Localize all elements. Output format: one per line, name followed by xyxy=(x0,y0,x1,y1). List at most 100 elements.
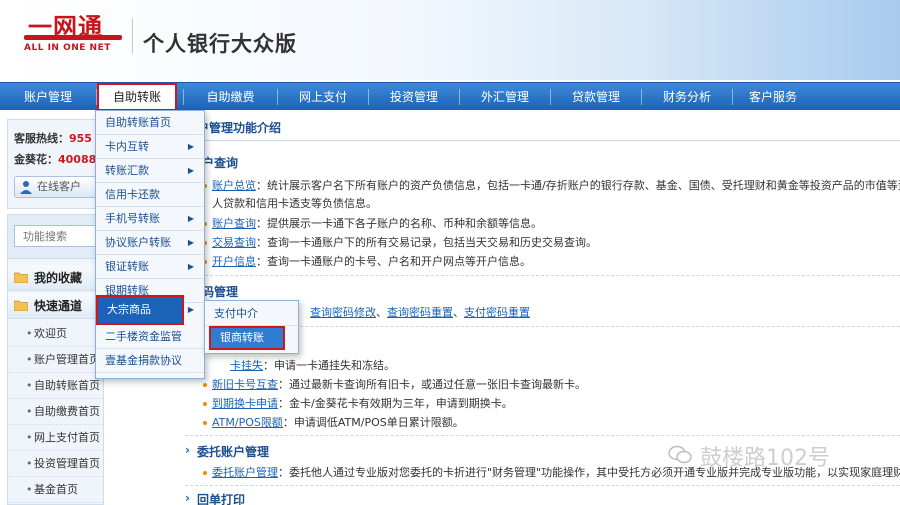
hotline-row: 客服热线：955 xyxy=(14,130,92,146)
chevron-right-icon: ▶ xyxy=(187,262,194,271)
favorites-section[interactable]: 我的收藏 xyxy=(8,265,103,291)
menu-item-in-card[interactable]: 卡内互转 ▶ xyxy=(96,135,204,159)
row-transaction-query: 交易查询：查询一卡通账户下的所有交易记录，包括当天交易和历史交易查询。 xyxy=(212,234,597,250)
section-account-query: 户查询 xyxy=(190,154,238,171)
quick-item-welcome[interactable]: 欢迎页 xyxy=(8,321,103,347)
link-entrust[interactable]: 委托账户管理 xyxy=(212,466,278,479)
row-account-overview-cont: 人贷款和信用卡透支等负债信息。 xyxy=(212,195,377,211)
menu-item-remittance[interactable]: 转账汇款 ▶ xyxy=(96,159,204,183)
section-entrust: 委托账户管理 xyxy=(185,443,269,460)
quick-item-invest-home[interactable]: 投资管理首页 xyxy=(8,451,103,477)
menu-item-label: 自助转账首页 xyxy=(105,116,171,129)
header: 一网通 ALL IN ONE NET 个人银行大众版 xyxy=(0,0,900,80)
menu-item-label: 卡内互转 xyxy=(105,140,149,153)
menu-item-label: 银证转账 xyxy=(105,260,149,273)
nav-item-online-pay[interactable]: 网上支付 xyxy=(278,83,368,111)
jinkui-row: 金葵花：40088 xyxy=(14,151,96,167)
menu-item-agreement-transfer[interactable]: 协议账户转账 ▶ xyxy=(96,231,204,255)
folder-icon xyxy=(14,272,28,283)
row-text: ：统计展示客户名下所有账户的资产负债信息，包括一卡通/存折账户的银行存款、基金、… xyxy=(256,179,900,192)
site-title: 个人银行大众版 xyxy=(143,32,297,56)
bullet xyxy=(203,471,207,475)
link-card-renewal[interactable]: 到期换卡申请 xyxy=(212,397,278,410)
folder-open-icon xyxy=(14,300,28,311)
link-card-lookup[interactable]: 新旧卡号互查 xyxy=(212,378,278,391)
section-divider xyxy=(185,275,900,276)
nav-item-payment[interactable]: 自助缴费 xyxy=(184,83,277,111)
quick-channel-section[interactable]: 快速通道 xyxy=(8,293,103,319)
commodities-submenu: 支付中介 银商转账 xyxy=(204,300,299,354)
quick-item-payment-home[interactable]: 自助缴费首页 xyxy=(8,399,103,425)
left-nav: 我的收藏 快速通道 欢迎页 账户管理首页 自助转账首页 自助缴费首页 网上支付首… xyxy=(7,214,104,505)
section-password: 码管理 xyxy=(190,283,238,300)
link-transaction-query[interactable]: 交易查询 xyxy=(212,236,256,249)
menu-item-bank-securities[interactable]: 银证转账 ▶ xyxy=(96,255,204,279)
section-divider xyxy=(185,435,900,436)
watermark-text: 鼓楼路102号 xyxy=(700,446,830,471)
link-pay-password-reset[interactable]: 支付密码重置 xyxy=(464,306,530,319)
quick-item-online-pay-home[interactable]: 网上支付首页 xyxy=(8,425,103,451)
row-text: 人贷款和信用卡透支等负债信息。 xyxy=(212,197,377,210)
quick-item-transfer-home[interactable]: 自助转账首页 xyxy=(8,373,103,399)
chevron-right-icon: ▶ xyxy=(187,305,194,314)
chevron-right-icon: ▶ xyxy=(187,238,194,247)
link-query-password-change[interactable]: 查询密码修改 xyxy=(310,306,376,319)
row-account-overview: 账户总览：统计展示客户名下所有账户的资产负债信息，包括一卡通/存折账户的银行存款… xyxy=(212,177,900,193)
row-card-renewal: 到期换卡申请：金卡/金葵花卡有效期为三年，申请到期换卡。 xyxy=(212,395,513,411)
online-service-label: 在线客户 xyxy=(37,180,81,193)
nav-item-loan[interactable]: 贷款管理 xyxy=(551,83,641,111)
menu-item-commodities[interactable]: 大宗商品 ▶ xyxy=(96,295,194,325)
menu-item-credit-repay[interactable]: 信用卡还款 xyxy=(96,183,204,207)
row-text: ：申请一卡通挂失和冻结。 xyxy=(263,359,395,372)
online-service-button[interactable]: 在线客户 xyxy=(14,176,100,198)
row-text: ：通过最新卡查询所有旧卡，或通过任意一张旧卡查询最新卡。 xyxy=(278,378,586,391)
contact-box: 客服热线：955 金葵花：40088 在线客户 xyxy=(7,119,104,209)
menu-item-label: 协议账户转账 xyxy=(105,236,171,249)
nav-item-transfer[interactable]: 自助转账 xyxy=(97,83,177,111)
row-atm-limit: ATM/POS限额：申请调低ATM/POS单日累计限额。 xyxy=(212,414,464,430)
nav-item-service[interactable]: 客户服务 xyxy=(733,83,813,111)
quick-channel-label: 快速通道 xyxy=(34,299,83,313)
row-text: ：金卡/金葵花卡有效期为三年，申请到期换卡。 xyxy=(278,397,513,410)
comma-sep: 、 xyxy=(376,306,387,319)
row-card-loss: 卡挂失：申请一卡通挂失和冻结。 xyxy=(230,357,395,373)
link-open-info[interactable]: 开户信息 xyxy=(212,255,256,268)
search-area xyxy=(8,215,103,259)
link-card-loss[interactable]: 卡挂失 xyxy=(230,359,263,372)
nav-item-account[interactable]: 账户管理 xyxy=(0,83,96,111)
link-account-overview[interactable]: 账户总览 xyxy=(212,179,256,192)
menu-item-phone-transfer[interactable]: 手机号转账 ▶ xyxy=(96,207,204,231)
chevron-right-icon: ▶ xyxy=(187,166,194,175)
main-nav: 账户管理 自助转账 自助缴费 网上支付 投资管理 外汇管理 贷款管理 财务分析 … xyxy=(0,82,900,111)
title-divider xyxy=(110,140,900,141)
bullet xyxy=(203,421,207,425)
menu-item-one-foundation[interactable]: 壹基金捐款协议 xyxy=(96,349,204,373)
comma-sep: 、 xyxy=(453,306,464,319)
menu-item-label: 大宗商品 xyxy=(107,303,151,316)
row-text: ：查询一卡通账户下的所有交易记录，包括当天交易和历史交易查询。 xyxy=(256,236,597,249)
link-account-query[interactable]: 账户查询 xyxy=(212,217,256,230)
quick-item-account-home[interactable]: 账户管理首页 xyxy=(8,347,103,373)
menu-item-bank-merchant-transfer[interactable]: 银商转账 xyxy=(209,326,285,350)
menu-item-label: 转账汇款 xyxy=(105,164,149,177)
link-atm-limit[interactable]: ATM/POS限额 xyxy=(212,416,283,429)
jinkui-value: 40088 xyxy=(58,153,97,166)
nav-item-invest[interactable]: 投资管理 xyxy=(369,83,459,111)
jinkui-label: 金葵花： xyxy=(14,153,58,166)
logo-bar xyxy=(24,35,122,40)
nav-item-finance[interactable]: 财务分析 xyxy=(642,83,732,111)
row-text: ：查询一卡通账户的卡号、户名和开户网点等开户信息。 xyxy=(256,255,531,268)
function-search-input[interactable] xyxy=(14,225,96,247)
row-text: ：提供展示一卡通下各子账户的名称、币种和余额等信息。 xyxy=(256,217,542,230)
nav-item-forex[interactable]: 外汇管理 xyxy=(460,83,550,111)
hotline-label: 客服热线： xyxy=(14,132,69,145)
menu-item-payment-agent[interactable]: 支付中介 xyxy=(205,301,298,326)
menu-item-housing-escrow[interactable]: 二手楼资金监管 xyxy=(96,325,204,349)
hotline-value: 955 xyxy=(69,132,92,145)
row-card-lookup: 新旧卡号互查：通过最新卡查询所有旧卡，或通过任意一张旧卡查询最新卡。 xyxy=(212,376,586,392)
logo-divider xyxy=(132,18,133,54)
quick-item-fund-home[interactable]: 基金首页 xyxy=(8,477,103,503)
menu-item-transfer-home[interactable]: 自助转账首页 xyxy=(96,111,204,135)
logo-subtitle: ALL IN ONE NET xyxy=(24,43,111,53)
link-query-password-reset[interactable]: 查询密码重置 xyxy=(387,306,453,319)
